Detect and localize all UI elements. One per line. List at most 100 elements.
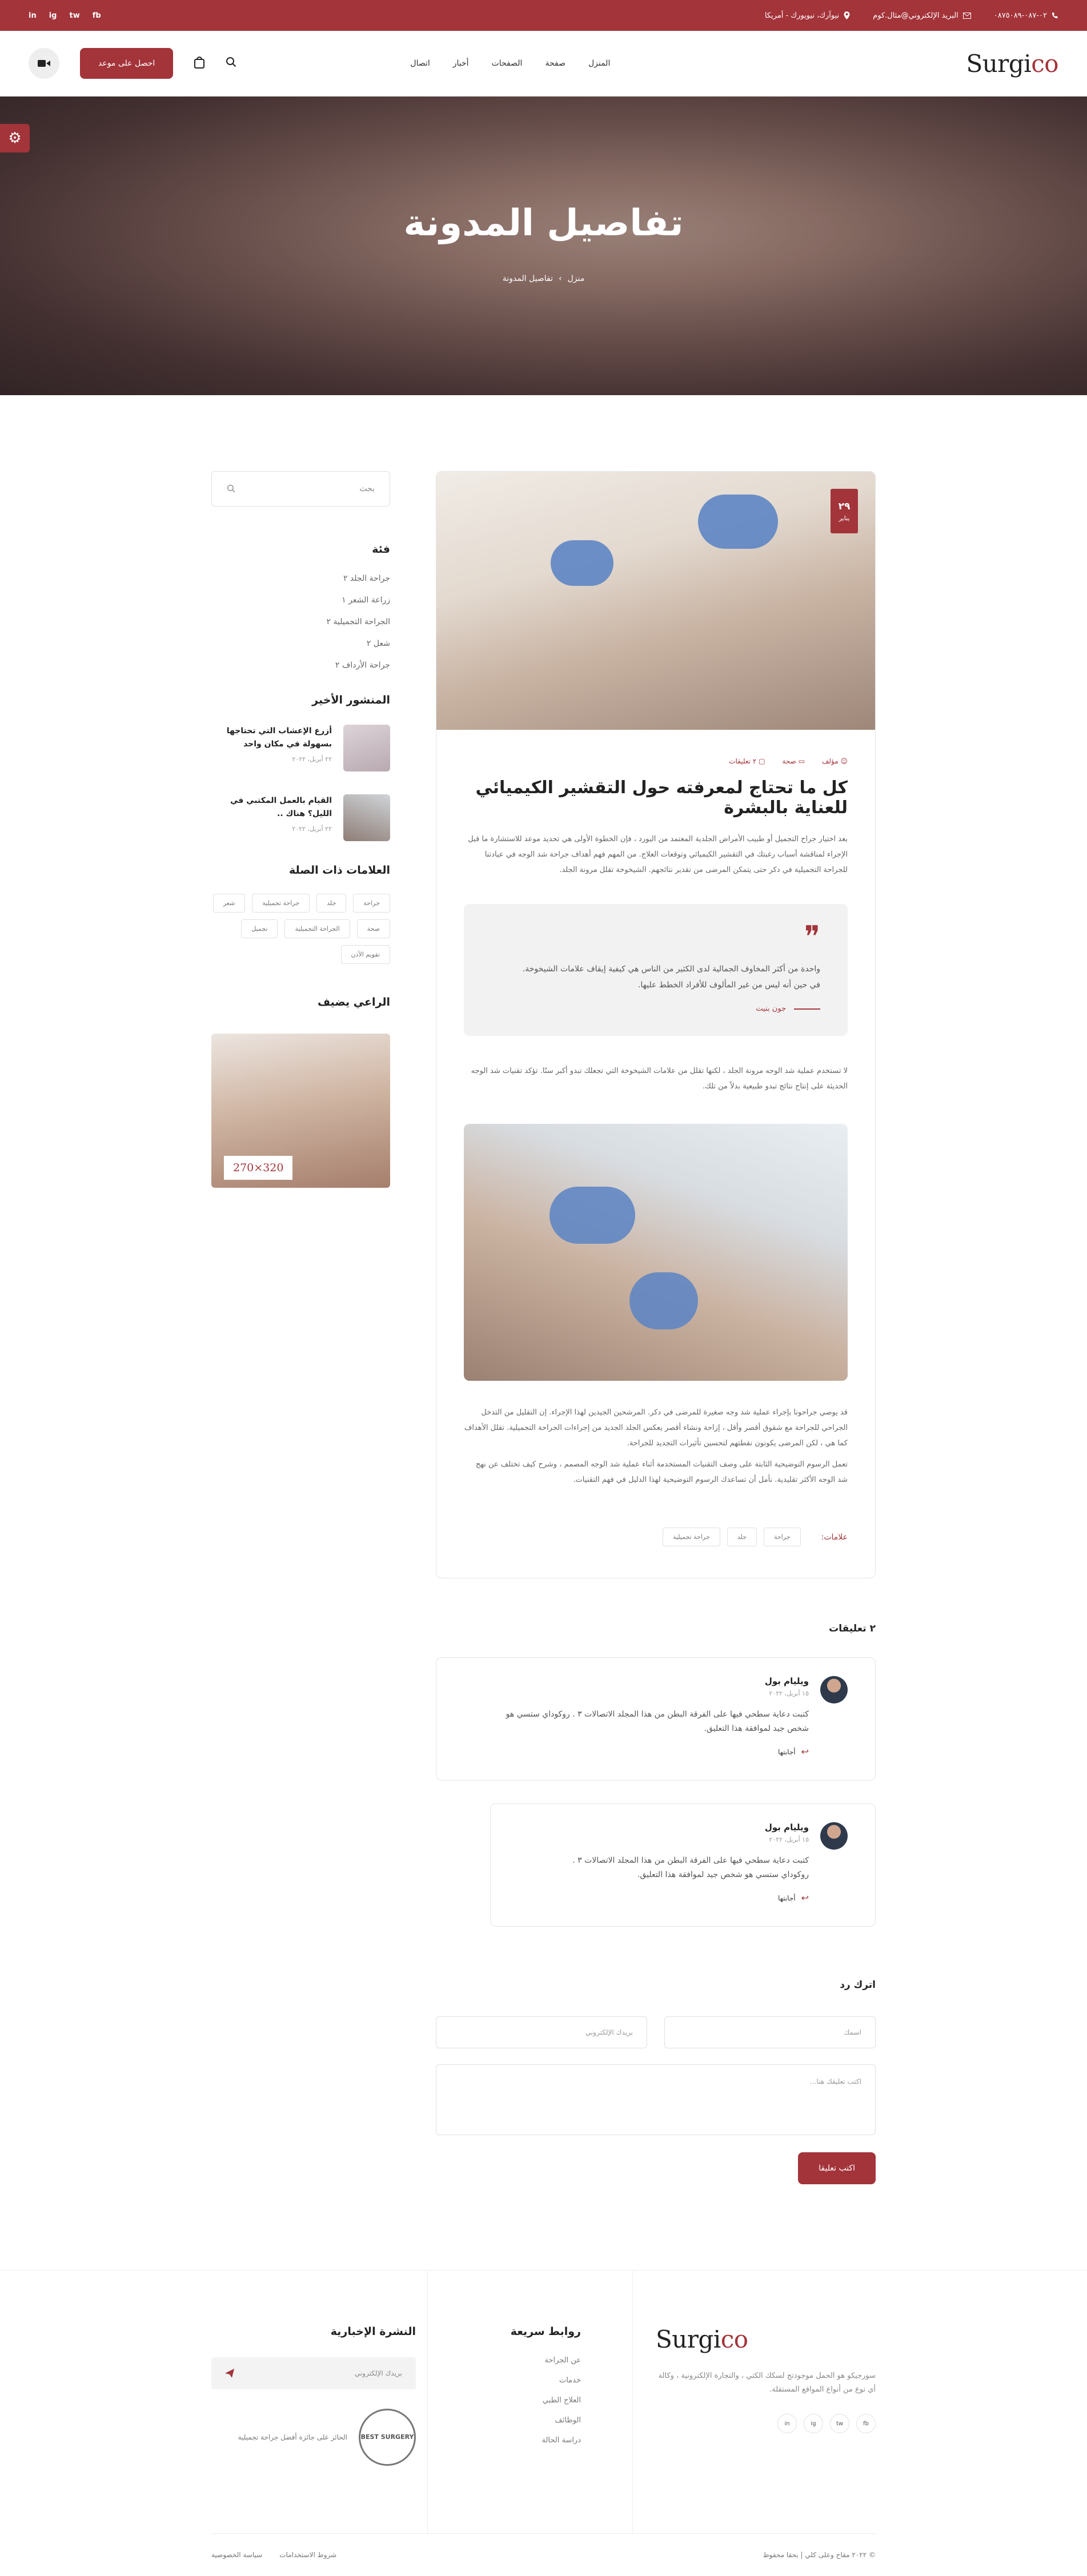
quote-author: جون بنيت <box>515 1004 820 1013</box>
avatar <box>820 1676 848 1703</box>
search-placeholder: بحث <box>359 484 375 493</box>
nav-home[interactable]: المنزل <box>588 59 610 68</box>
tag-link[interactable]: صحة <box>356 919 390 938</box>
comment-content: ويليام بول ١٥ أبريل، ٢٠٢٢ كتبت دعاية سطح… <box>464 1676 809 1757</box>
page-hero: ⚙ تفاصيل المدونة منزل › تفاصيل المدونة <box>0 97 1087 395</box>
location-pin-icon <box>844 11 850 19</box>
meta-category[interactable]: ▭ صحة <box>782 757 805 765</box>
sidebar-search-input[interactable]: بحث <box>211 471 390 507</box>
sponsor-ad-image[interactable]: 270×320 <box>211 1034 390 1188</box>
recent-post[interactable]: أزرع الإعشاب التي تحتاجها بسهولة في مكان… <box>211 725 390 771</box>
linkedin-icon[interactable]: in <box>777 2414 797 2433</box>
tag-link[interactable]: جراحة تجميلية <box>662 1528 720 1546</box>
breadcrumb: منزل › تفاصيل المدونة <box>503 274 584 283</box>
recent-post[interactable]: القيام بالعمل المكتبي في الليل؟ هناك .. … <box>211 794 390 841</box>
send-icon[interactable] <box>225 2369 234 2378</box>
breadcrumb-home[interactable]: منزل <box>568 274 585 283</box>
phone-link[interactable]: ٠٢-٠٨٧-٠٨٧٥٠٨٩ <box>994 11 1058 20</box>
breadcrumb-current: تفاصيل المدونة <box>502 274 553 283</box>
logo-main: Surgi <box>656 2325 721 2353</box>
email-text: البريد الإلكتروني@مثال.كوم <box>873 11 958 20</box>
category-item[interactable]: جراحة الجلد ٢ <box>211 574 390 583</box>
tag-link[interactable]: جلد <box>727 1528 757 1546</box>
search-icon[interactable] <box>226 57 237 70</box>
blog-main: ٢٩ يناير ☺ مؤلف ▭ صحة ▢ ٢ تعليقات كل ما … <box>436 471 876 2184</box>
quick-links-title: روابط سريعة <box>510 2325 581 2338</box>
mail-icon <box>962 12 971 19</box>
post-paragraph: تعمل الرسوم التوضيحية الثابتة على وصف ال… <box>475 1460 848 1484</box>
avatar <box>820 1822 848 1850</box>
category-item[interactable]: زراعة الشعر ١ <box>211 596 390 605</box>
recent-post-thumbnail[interactable] <box>343 794 390 841</box>
comment-textarea[interactable]: اكتب تعليقك هنا... <box>436 2064 876 2135</box>
video-button[interactable] <box>29 48 59 79</box>
name-input[interactable]: اسمك <box>664 2016 876 2048</box>
footer-link[interactable]: الوظائف <box>428 2416 581 2425</box>
category-item[interactable]: شعل ٢ <box>211 639 390 648</box>
instagram-icon[interactable]: ig <box>49 11 57 20</box>
submit-comment-button[interactable]: اكتب تعليقا <box>798 2152 876 2184</box>
linkedin-icon[interactable]: in <box>29 11 37 20</box>
post-inline-image <box>464 1124 848 1381</box>
top-contact: ٠٢-٠٨٧-٠٨٧٥٠٨٩ البريد الإلكتروني@مثال.كو… <box>765 11 1058 20</box>
footer-link[interactable]: عن الجراحة <box>428 2356 581 2365</box>
footer-newsletter: النشرة الإخبارية بريدك الإلكتروني BEST S… <box>211 2270 427 2533</box>
recent-post-title[interactable]: أزرع الإعشاب التي تحتاجها بسهولة في مكان… <box>211 725 332 751</box>
meta-comments[interactable]: ▢ ٢ تعليقات <box>729 757 765 765</box>
footer-grid: Surgico سورجيكو هو الحمل موجودتج لسكك ال… <box>211 2270 876 2533</box>
post-tags: علامات: جراحة جلد جراحة تجميلية <box>464 1510 848 1546</box>
recent-post-thumbnail[interactable] <box>343 725 390 771</box>
date-day: ٢٩ <box>838 500 851 512</box>
terms-link[interactable]: شروط الاستخدامات <box>279 2551 336 2559</box>
twitter-icon[interactable]: tw <box>69 11 79 20</box>
tag-link[interactable]: جراحة <box>353 894 390 913</box>
reply-button[interactable]: ↩ أجابتها <box>778 1892 809 1903</box>
footer-link[interactable]: دراسة الحالة <box>428 2436 581 2445</box>
category-item[interactable]: الجراحة التجميلية ٢ <box>211 617 391 626</box>
newsletter-email-input[interactable]: بريدك الإلكتروني <box>211 2357 416 2389</box>
privacy-link[interactable]: سياسة الخصوصية <box>211 2551 262 2559</box>
nav-news[interactable]: أخبار <box>453 59 469 68</box>
facebook-icon[interactable]: fb <box>93 11 101 20</box>
reply-button[interactable]: ↩ أجابتها <box>778 1746 809 1757</box>
newsletter-placeholder: بريدك الإلكتروني <box>354 2369 402 2377</box>
copyright-text: © ٢٠٢٢ مقاح وعلى كلي | بحقا محفوظ <box>763 2551 876 2559</box>
footer-logo[interactable]: Surgico <box>656 2325 876 2353</box>
header-actions: احصل على موعد <box>29 48 237 79</box>
top-socials: in ig tw fb <box>29 11 101 20</box>
tag-link[interactable]: جلد <box>316 894 347 913</box>
nav-pages[interactable]: الصفحات <box>492 59 523 68</box>
tag-link[interactable]: جراحة <box>764 1528 801 1546</box>
instagram-icon[interactable]: ig <box>804 2414 823 2433</box>
tag-link[interactable]: جراحة تجميلية <box>252 894 310 913</box>
twitter-icon[interactable]: tw <box>830 2414 849 2433</box>
main-nav: المنزل صفحة الصفحات أخبار اتصال <box>410 59 610 68</box>
appointment-button[interactable]: احصل على موعد <box>80 48 174 79</box>
ad-size-label: 270×320 <box>224 1156 293 1180</box>
address-text: نيوآرك، نيويورك - أمريكا <box>764 11 840 20</box>
comments-section: ٢ تعليقات ويليام بول ١٥ أبريل، ٢٠٢٢ كتبت… <box>436 1623 876 1927</box>
logo-accent: co <box>1031 49 1058 78</box>
facebook-icon[interactable]: fb <box>856 2414 876 2433</box>
search-icon[interactable] <box>227 484 236 493</box>
settings-gear-icon[interactable]: ⚙ <box>0 124 30 152</box>
newsletter-title: النشرة الإخبارية <box>330 2325 416 2338</box>
category-item[interactable]: جراحة الأرداف ٢ <box>211 661 390 670</box>
email-input[interactable]: بريدك الإلكتروني <box>436 2016 647 2048</box>
footer-link[interactable]: العلاج الطبي <box>428 2396 581 2405</box>
footer-brand: Surgico سورجيكو هو الحمل موجودتج لسكك ال… <box>633 2270 876 2533</box>
footer-link[interactable]: خدمات <box>428 2376 581 2385</box>
tag-link[interactable]: تجميل <box>241 919 278 938</box>
tag-link[interactable]: شعر <box>212 894 246 913</box>
user-icon: ☺ <box>838 757 848 765</box>
meta-comments-text: ٢ تعليقات <box>729 757 757 765</box>
nav-contact[interactable]: اتصال <box>410 59 430 68</box>
tag-link[interactable]: الجراحة التجميلية <box>284 919 350 938</box>
cart-icon[interactable] <box>194 56 205 71</box>
email-link[interactable]: البريد الإلكتروني@مثال.كوم <box>873 11 971 20</box>
meta-author[interactable]: ☺ مؤلف <box>822 757 848 765</box>
tag-link[interactable]: تقويم الأذن <box>340 945 390 964</box>
recent-post-title[interactable]: القيام بالعمل المكتبي في الليل؟ هناك .. <box>211 794 332 821</box>
site-logo[interactable]: Surgico <box>966 50 1058 78</box>
nav-page[interactable]: صفحة <box>545 59 565 68</box>
